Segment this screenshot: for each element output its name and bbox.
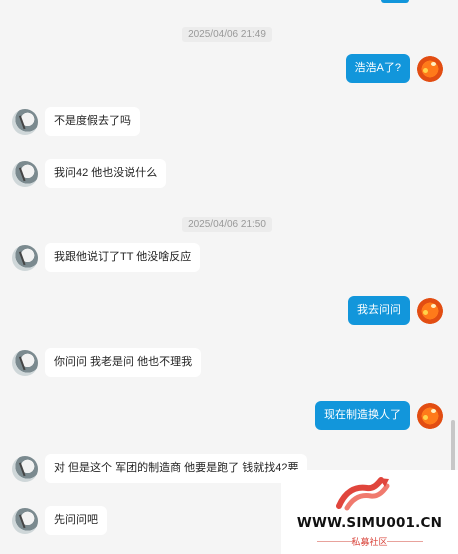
message-bubble[interactable]: 你问问 我老是问 他也不理我 <box>45 348 202 377</box>
message-row: 先问问吧 <box>12 506 107 535</box>
user-avatar[interactable] <box>417 56 443 82</box>
message-bubble[interactable]: 不是度假去了吗 <box>45 107 140 136</box>
contact-avatar[interactable] <box>12 245 38 271</box>
message-row: 我问42 他也没说什么 <box>12 159 167 188</box>
watermark-url: WWW.SIMU001.CN <box>296 515 443 531</box>
message-row: 我去问问 <box>348 296 443 325</box>
watermark-logo-icon <box>336 477 390 511</box>
timestamp-text: 2025/04/06 21:49 <box>182 27 272 42</box>
message-bubble[interactable]: 对 但是这个 军团的制造商 他要是跑了 钱就找42要 <box>45 454 308 483</box>
contact-avatar[interactable] <box>12 109 38 135</box>
partial-message-bubble <box>381 0 409 3</box>
message-row: 不是度假去了吗 <box>12 107 140 136</box>
message-bubble[interactable]: 我跟他说订了TT 他没啥反应 <box>45 243 201 272</box>
message-row: 我跟他说订了TT 他没啥反应 <box>12 243 201 272</box>
contact-avatar[interactable] <box>12 161 38 187</box>
timestamp: 2025/04/06 21:49 <box>0 27 454 42</box>
message-row: 现在制造换人了 <box>315 401 443 430</box>
message-bubble[interactable]: 浩浩A了? <box>345 54 410 83</box>
user-avatar[interactable] <box>417 298 443 324</box>
chat-window: 2025/04/06 21:49 浩浩A了? 不是度假去了吗 我问42 他也没说… <box>0 0 458 554</box>
contact-avatar[interactable] <box>12 350 38 376</box>
message-bubble[interactable]: 我问42 他也没说什么 <box>45 159 167 188</box>
message-row: 对 但是这个 军团的制造商 他要是跑了 钱就找42要 <box>12 454 308 483</box>
watermark-divider <box>387 541 423 542</box>
message-row: 浩浩A了? <box>345 54 443 83</box>
timestamp-text: 2025/04/06 21:50 <box>182 217 272 232</box>
watermark-subtitle: 私募社区 <box>351 537 388 547</box>
message-bubble[interactable]: 现在制造换人了 <box>315 401 410 430</box>
user-avatar[interactable] <box>417 403 443 429</box>
watermark: WWW.SIMU001.CN 私募社区 <box>281 470 458 554</box>
contact-avatar[interactable] <box>12 508 38 534</box>
timestamp: 2025/04/06 21:50 <box>0 217 454 232</box>
message-row: 你问问 我老是问 他也不理我 <box>12 348 202 377</box>
contact-avatar[interactable] <box>12 456 38 482</box>
message-bubble[interactable]: 先问问吧 <box>45 506 107 535</box>
message-bubble[interactable]: 我去问问 <box>348 296 410 325</box>
